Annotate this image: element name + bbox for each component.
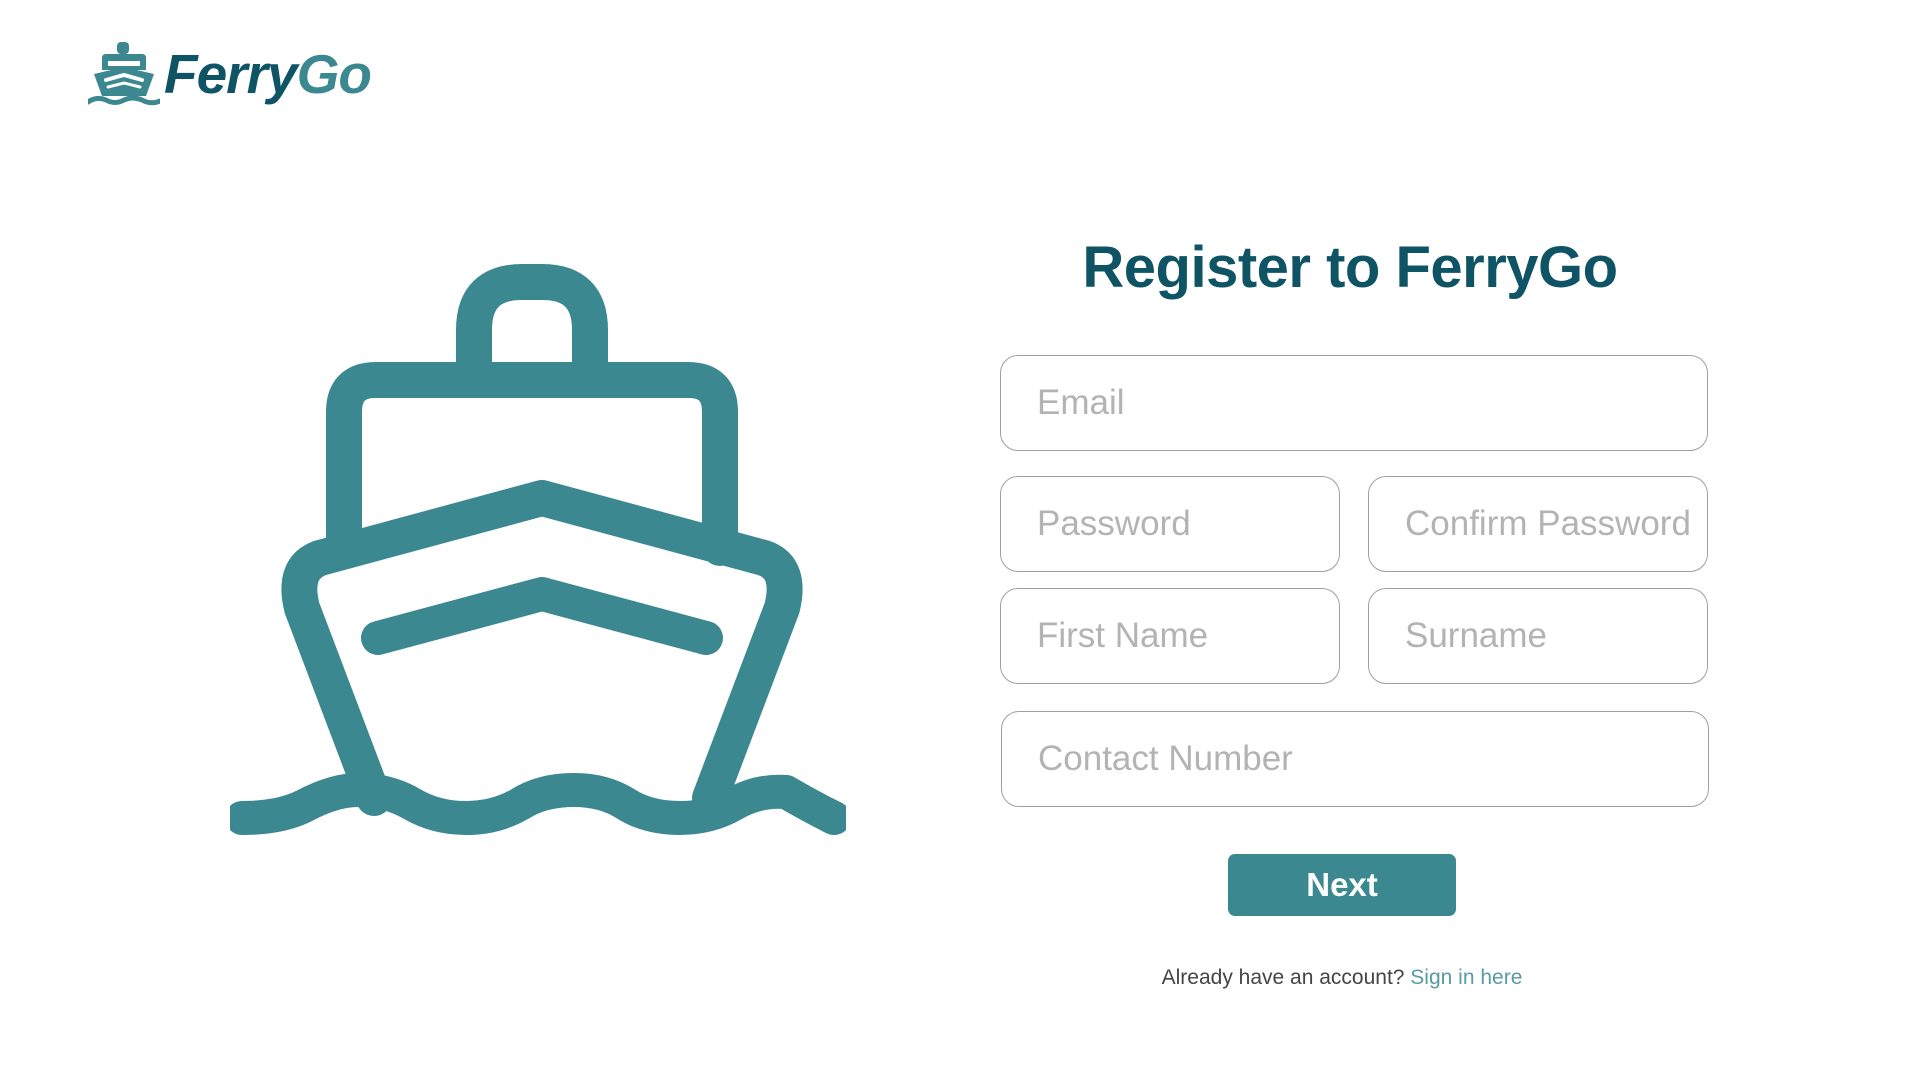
password-input[interactable]	[1000, 476, 1340, 572]
brand-name: FerryGo	[164, 46, 372, 102]
page-title: Register to FerryGo	[1082, 235, 1618, 300]
ferry-boat-icon	[88, 42, 160, 106]
brand-name-part2: Go	[296, 42, 372, 105]
signin-link[interactable]: Sign in here	[1410, 966, 1522, 989]
contact-number-input[interactable]	[1001, 711, 1709, 807]
brand-name-part1: Ferry	[164, 42, 298, 105]
register-page: FerryGo Register to FerryGo Next Already…	[0, 0, 1920, 1080]
email-input[interactable]	[1000, 355, 1708, 451]
first-name-input[interactable]	[1000, 588, 1340, 684]
surname-input[interactable]	[1368, 588, 1708, 684]
signin-prompt: Already have an account? Sign in here	[1000, 966, 1684, 990]
next-button[interactable]: Next	[1228, 854, 1456, 916]
confirm-password-input[interactable]	[1368, 476, 1708, 572]
brand-logo[interactable]: FerryGo	[88, 36, 372, 112]
ferry-boat-illustration-icon	[230, 264, 846, 835]
signin-prompt-text: Already have an account?	[1161, 966, 1411, 989]
